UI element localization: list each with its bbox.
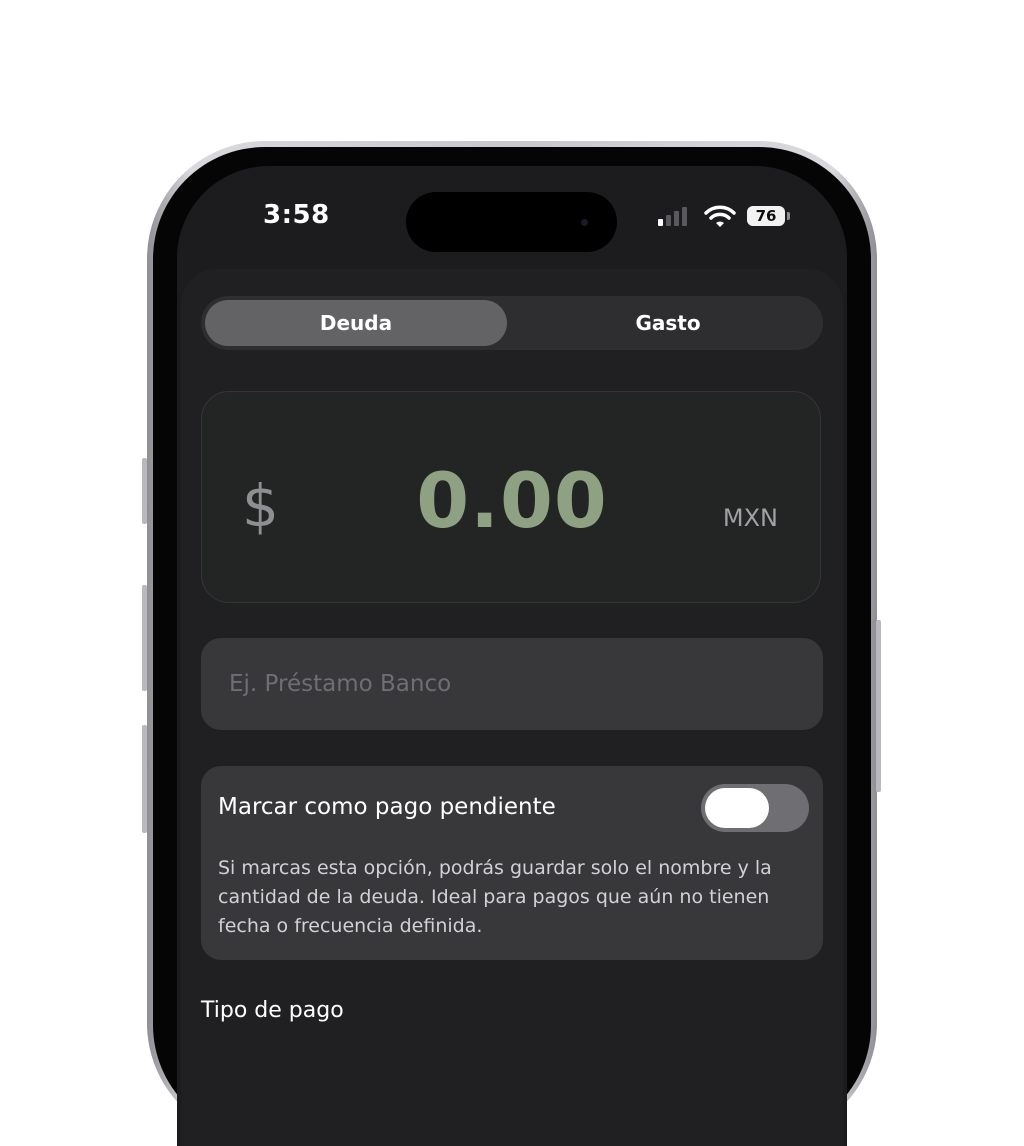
toggle-knob [705, 788, 769, 828]
pending-payment-help-text: Si marcas esta opción, podrás guardar so… [218, 857, 772, 937]
power-button [876, 620, 881, 792]
front-camera-icon [581, 219, 588, 226]
battery-icon: 76 [747, 206, 785, 226]
volume-up-button [142, 585, 147, 691]
wifi-icon [704, 205, 736, 227]
currency-code: MXN [722, 504, 778, 532]
dynamic-island [406, 192, 617, 252]
debt-expense-segmented-control: Deuda Gasto [201, 296, 823, 350]
segment-debt[interactable]: Deuda [205, 300, 507, 346]
mute-switch [142, 458, 147, 524]
pending-payment-card: Marcar como pago pendiente Si marcas est… [201, 766, 823, 960]
pending-payment-toggle[interactable] [701, 784, 809, 832]
amount-input-card[interactable]: $ 0.00 MXN [201, 391, 821, 603]
volume-down-button [142, 725, 147, 833]
debt-name-input[interactable] [201, 638, 823, 730]
battery-tip [787, 212, 790, 220]
phone-screen: 3:58 76 Deuda Gasto $ 0.00 MXN Marcar co… [177, 166, 847, 1146]
segment-expense[interactable]: Gasto [517, 300, 819, 346]
pending-payment-label: Marcar como pago pendiente [218, 794, 556, 820]
payment-type-label: Tipo de pago [201, 998, 344, 1023]
signal-icon [658, 207, 687, 226]
status-time: 3:58 [263, 200, 330, 230]
